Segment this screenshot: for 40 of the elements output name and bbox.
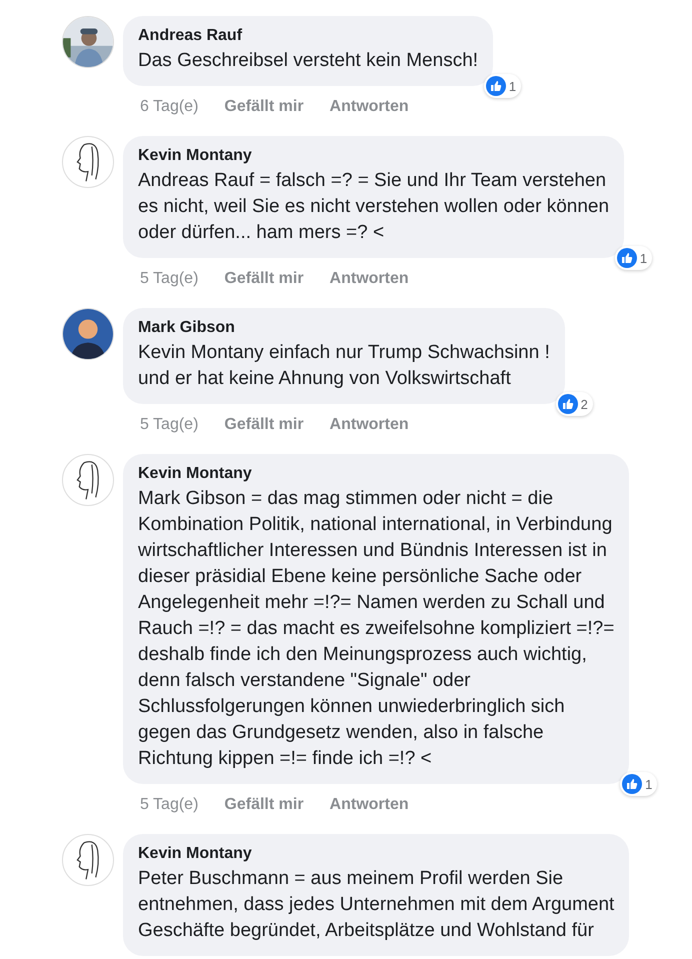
comment-text: Kevin Montany einfach nur Trump Schwachsinn ! und er hat keine Ahnung von Volkswirtschaft: [138, 341, 550, 391]
reaction-count: 1: [508, 78, 516, 94]
reply-link[interactable]: Antworten: [330, 416, 409, 434]
avatar-silhouette-icon: [63, 309, 113, 359]
avatar[interactable]: [62, 308, 114, 360]
avatar[interactable]: [62, 136, 114, 188]
comment-text: Das Geschreibsel versteht kein Mensch!: [138, 49, 478, 73]
avatar[interactable]: [62, 454, 114, 506]
like-icon: [558, 394, 578, 414]
author-name[interactable]: Andreas Rauf: [138, 26, 478, 46]
like-link[interactable]: Gefällt mir: [224, 98, 304, 116]
author-name[interactable]: Kevin Montany: [138, 464, 614, 484]
reaction-count: 2: [580, 396, 588, 412]
reply-link[interactable]: Antworten: [330, 270, 409, 288]
like-link[interactable]: Gefällt mir: [224, 416, 304, 434]
reaction-badge[interactable]: 1: [484, 74, 522, 98]
reaction-count: 1: [640, 250, 648, 266]
comment-time: 5 Tag(e): [140, 416, 198, 434]
author-name[interactable]: Kevin Montany: [138, 844, 614, 864]
like-icon: [622, 774, 642, 794]
comment-time: 5 Tag(e): [140, 270, 198, 288]
comment-time: 6 Tag(e): [140, 98, 198, 116]
reaction-badge[interactable]: 1: [620, 772, 658, 796]
like-icon: [486, 76, 506, 96]
comment-text: Peter Buschmann = aus meinem Profil werden Sie entnehmen, dass jedes Unternehmen mit dem Argument Geschäfte begründet, Arbeitsplätze und Wohlstand für: [138, 867, 614, 943]
author-name[interactable]: Kevin Montany: [138, 146, 610, 166]
comment-text: Mark Gibson = das mag stimmen oder nicht = die Kombination Politik, national international, in Verbindung wirtschaftlicher Interessen und Bündnis Interessen ist in dieser präsidial Ebene keine persönliche Sache oder Angelegenheit mehr =!?= Namen werden zu Schall und Rauch =!? = das macht es zweifelsohne kompliziert =!?= deshalb finde ich den Meinungsprozess auch wichtig, denn falsch verstandene "Signale" oder Schlussfolgerungen können unwiederbringlich sich gegen das Grundgesetz wenden, also in falsche Richtung kippen =!= finde ich =!? <: [138, 487, 614, 771]
like-icon: [616, 248, 637, 268]
reaction-badge[interactable]: 2: [556, 392, 593, 416]
comment-text: Andreas Rauf = falsch =? = Sie und Ihr Team verstehen es nicht, weil Sie es nicht verstehen wollen oder können oder dürfen... ham mers =? <: [138, 169, 610, 245]
reply-link[interactable]: Antworten: [330, 98, 409, 116]
avatar[interactable]: [62, 834, 114, 886]
comment-time: 5 Tag(e): [140, 796, 198, 814]
author-name[interactable]: Mark Gibson: [138, 318, 550, 338]
reaction-badge[interactable]: 1: [614, 246, 652, 270]
avatar[interactable]: [62, 16, 114, 68]
reply-link[interactable]: Antworten: [330, 796, 409, 814]
like-link[interactable]: Gefällt mir: [224, 796, 304, 814]
reaction-count: 1: [645, 776, 652, 792]
like-link[interactable]: Gefällt mir: [224, 270, 304, 288]
